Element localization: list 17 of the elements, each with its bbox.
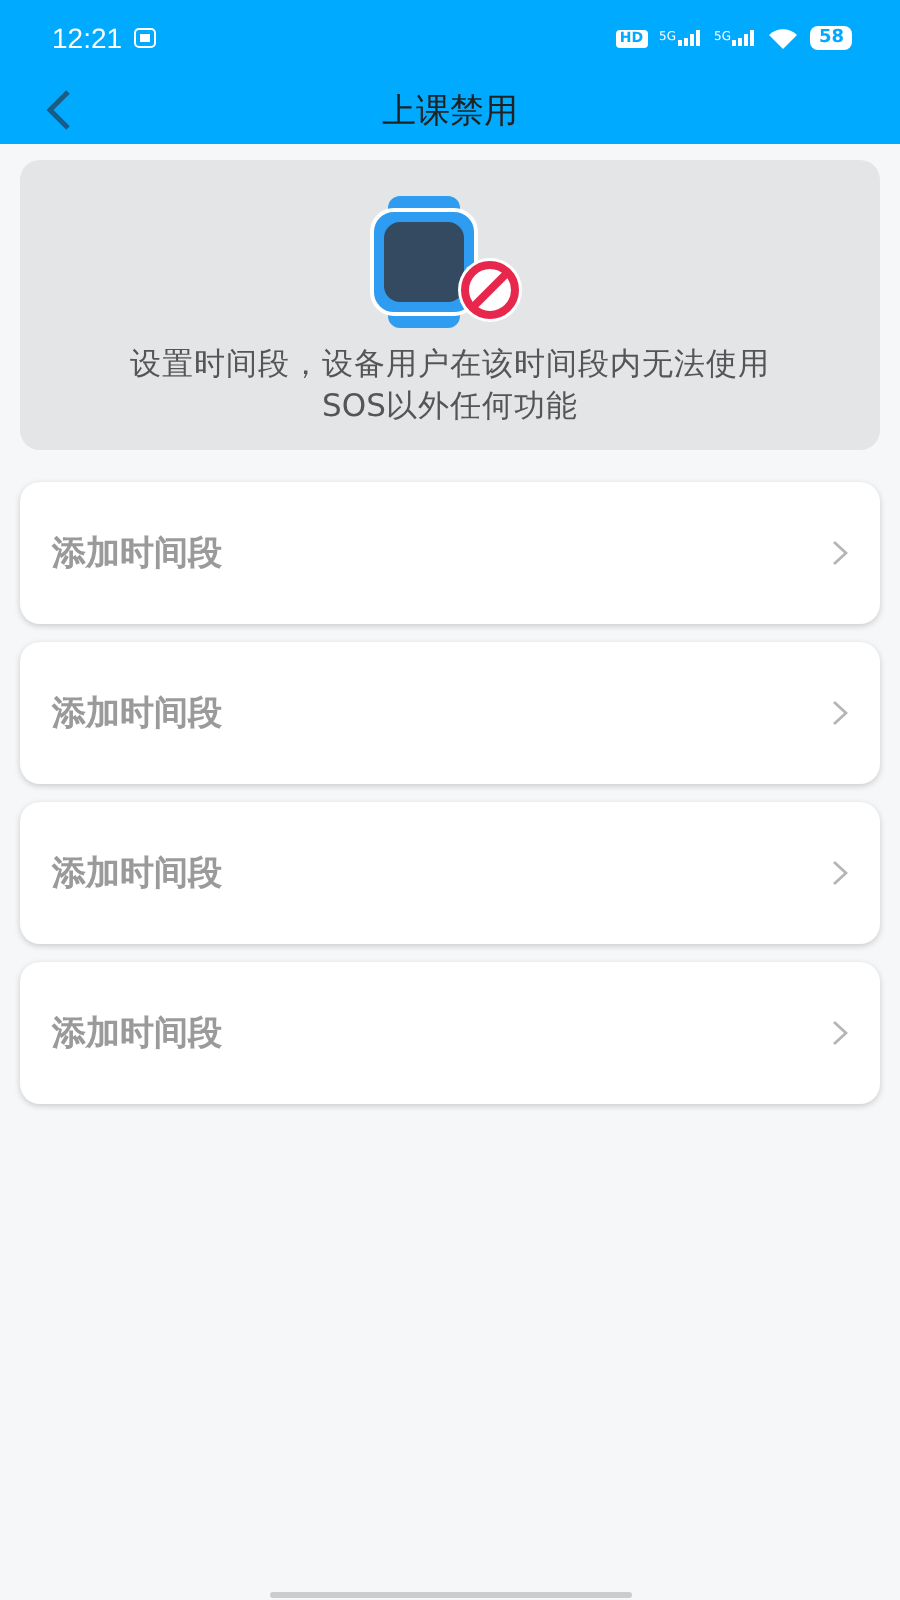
page-title: 上课禁用 bbox=[382, 89, 518, 133]
back-icon bbox=[44, 88, 72, 132]
signal-icon bbox=[732, 30, 757, 46]
add-period-row[interactable]: 添加时间段 bbox=[20, 642, 880, 784]
chevron-right-icon bbox=[832, 540, 848, 566]
status-time: 12:21 bbox=[52, 22, 123, 54]
add-period-row[interactable]: 添加时间段 bbox=[20, 802, 880, 944]
info-description: 设置时间段，设备用户在该时间段内无法使用SOS以外任何功能 bbox=[128, 344, 772, 428]
battery-level: 58 bbox=[810, 26, 852, 50]
wifi-icon bbox=[768, 27, 799, 49]
chevron-right-icon bbox=[832, 700, 848, 726]
chevron-right-icon bbox=[832, 860, 848, 886]
notification-icon bbox=[134, 28, 157, 48]
add-period-row[interactable]: 添加时间段 bbox=[20, 482, 880, 624]
add-period-row[interactable]: 添加时间段 bbox=[20, 962, 880, 1104]
signal-icon bbox=[678, 30, 702, 46]
chevron-right-icon bbox=[832, 1020, 848, 1046]
